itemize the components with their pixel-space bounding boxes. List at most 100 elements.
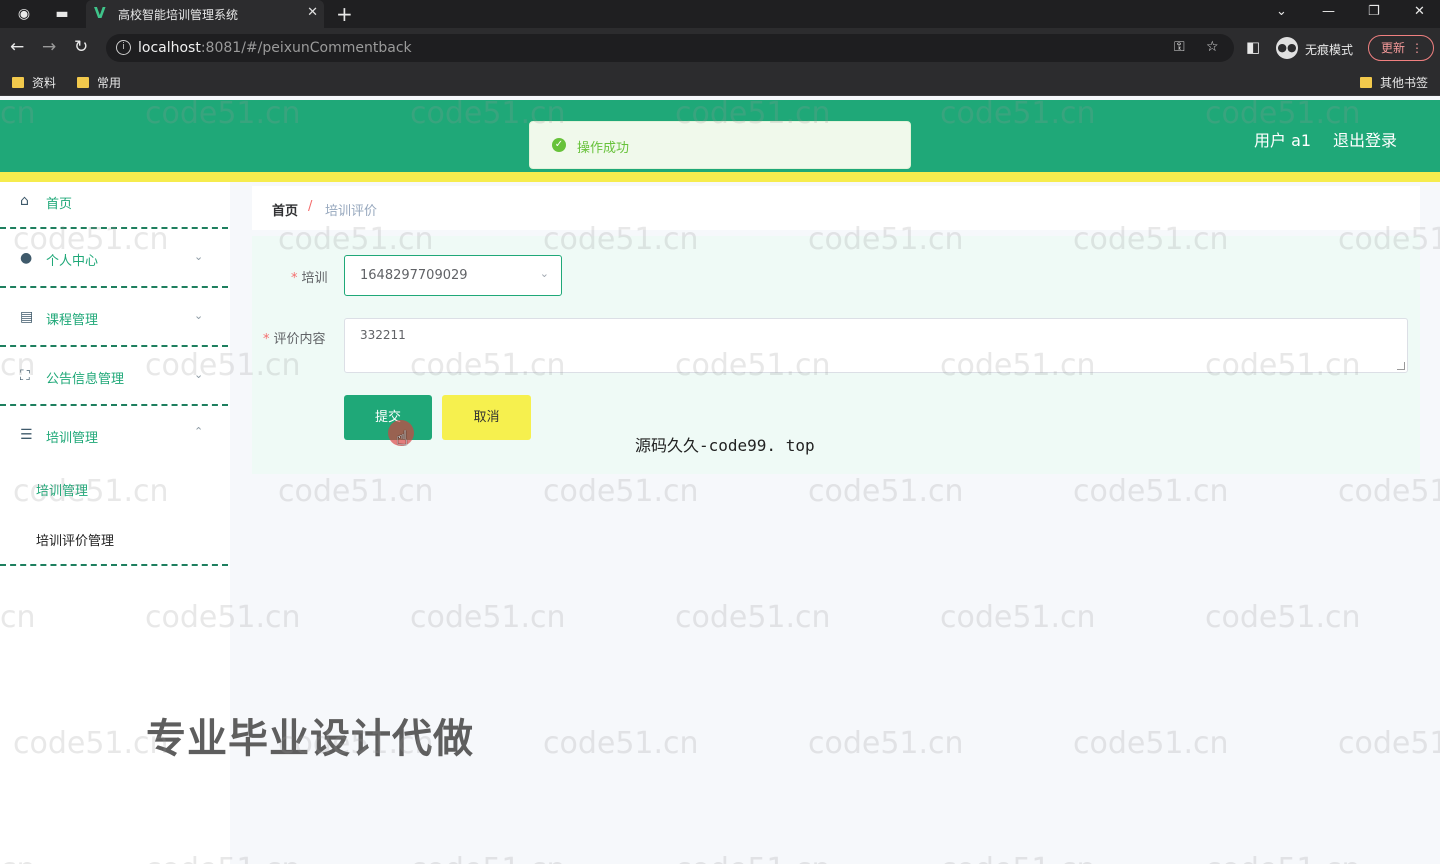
sidebar-item-profile[interactable]: ● 个人中心 ⌄ bbox=[0, 230, 228, 288]
side-panel-icon[interactable]: ◧ bbox=[1246, 38, 1260, 56]
header-accent-line bbox=[0, 172, 1440, 182]
url-input[interactable]: i localhost:8081/#/peixunCommentback ⚿ ☆ bbox=[106, 34, 1234, 62]
success-toast: ✓ 操作成功 bbox=[529, 121, 911, 169]
watermark-text: code51.cn bbox=[410, 600, 566, 635]
required-mark: * bbox=[291, 271, 298, 286]
menu-divider bbox=[0, 564, 228, 566]
folder-icon bbox=[77, 77, 89, 88]
sidebar-item-label: 公告信息管理 bbox=[46, 372, 125, 387]
sidebar-subitem-training-comment[interactable]: 培训评价管理 bbox=[36, 530, 114, 549]
chevron-down-icon: ⌄ bbox=[194, 309, 204, 322]
url-host: localhost bbox=[138, 40, 201, 56]
cancel-button[interactable]: 取消 bbox=[442, 395, 531, 440]
update-label: 更新 bbox=[1381, 41, 1406, 55]
back-icon[interactable]: ← bbox=[10, 37, 24, 57]
sidebar-item-course[interactable]: ▤ 课程管理 ⌄ bbox=[0, 288, 228, 346]
chart-icon: ▤ bbox=[20, 309, 34, 325]
user-icon: ● bbox=[20, 250, 33, 266]
promo-overlay: 专业毕业设计代做 bbox=[146, 716, 474, 762]
watermark-text: code51.cn bbox=[543, 726, 699, 761]
watermark-text: code51.cn bbox=[1073, 474, 1229, 509]
watermark-text: code51.cn bbox=[808, 474, 964, 509]
tab-list-icon[interactable]: ⌄ bbox=[1276, 4, 1287, 19]
new-tab-icon[interactable]: + bbox=[336, 2, 353, 26]
toast-message: 操作成功 bbox=[577, 141, 630, 156]
restore-icon[interactable]: ❐ bbox=[1368, 4, 1380, 19]
sidebar-item-notice[interactable]: ⛶ 公告信息管理 ⌄ bbox=[0, 347, 228, 405]
tab-title: 高校智能培训管理系统 bbox=[118, 8, 239, 22]
address-bar: ← → ↻ i localhost:8081/#/peixunCommentba… bbox=[0, 28, 1440, 68]
bookmarks-bar: 资料 常用 其他书签 bbox=[0, 68, 1440, 96]
watermark-text: code51.cn bbox=[940, 852, 1096, 864]
sidebar-item-label: 培训管理 bbox=[46, 431, 99, 446]
sidebar-item-training[interactable]: ☰ 培训管理 ⌃ bbox=[0, 406, 228, 464]
password-key-icon[interactable]: ⚿ bbox=[1174, 39, 1185, 55]
sidebar-subitem-training[interactable]: 培训管理 bbox=[36, 480, 88, 499]
update-button[interactable]: 更新 ⋮ bbox=[1368, 35, 1434, 61]
chevron-down-icon: ⌄ bbox=[539, 267, 549, 280]
watermark-text: code51.cn bbox=[940, 600, 1096, 635]
watermark-text: code51.cn bbox=[675, 600, 831, 635]
browser-tab-bar: ◉ ▬ V 高校智能培训管理系统 ✕ + ⌄ — ❐ ✕ bbox=[0, 0, 1440, 28]
hand-cursor-icon: ☝ bbox=[396, 426, 409, 450]
home-icon: ⌂ bbox=[20, 193, 29, 209]
watermark-text: code51.cn bbox=[543, 474, 699, 509]
sidebar-item-label: 课程管理 bbox=[46, 313, 99, 328]
list-icon: ☰ bbox=[20, 427, 33, 443]
browser-tab[interactable]: V 高校智能培训管理系统 ✕ bbox=[86, 0, 324, 28]
training-label-text: 培训 bbox=[301, 271, 328, 286]
fullscreen-icon: ⛶ bbox=[20, 368, 30, 384]
url-text: localhost:8081/#/peixunCommentback bbox=[138, 40, 412, 56]
training-select-value: 1648297709029 bbox=[360, 268, 468, 283]
minimize-icon[interactable]: — bbox=[1322, 4, 1335, 19]
bookmark-folder-changyong[interactable]: 常用 bbox=[77, 74, 121, 91]
training-select[interactable]: 1648297709029 ⌄ bbox=[344, 255, 562, 296]
training-label: * 培训 bbox=[291, 267, 328, 286]
more-menu-icon[interactable]: ⋮ bbox=[1411, 36, 1423, 60]
logout-link[interactable]: 退出登录 bbox=[1333, 127, 1397, 151]
forward-icon[interactable]: → bbox=[42, 37, 56, 57]
watermark-text: code51.cn bbox=[1205, 852, 1361, 864]
comment-textarea-value: 332211 bbox=[360, 328, 406, 342]
watermark-text: code51.cn bbox=[1338, 726, 1440, 761]
folder-icon bbox=[1360, 77, 1372, 88]
watermark-text: code51.cn bbox=[808, 726, 964, 761]
chevron-down-icon: ⌄ bbox=[194, 368, 204, 381]
check-circle-icon: ✓ bbox=[552, 138, 566, 152]
vue-logo-icon: V bbox=[94, 4, 106, 22]
menu-divider bbox=[0, 227, 228, 229]
bookmark-label: 资料 bbox=[32, 76, 57, 90]
comment-label-text: 评价内容 bbox=[273, 332, 326, 347]
breadcrumb-home[interactable]: 首页 bbox=[272, 200, 298, 219]
resize-handle-icon[interactable] bbox=[1397, 362, 1405, 370]
bookmark-folder-ziliao[interactable]: 资料 bbox=[12, 74, 56, 91]
browser-menu-icon[interactable]: ◉ bbox=[14, 4, 34, 24]
bookmark-star-icon[interactable]: ☆ bbox=[1206, 39, 1219, 55]
tab-close-icon[interactable]: ✕ bbox=[307, 5, 318, 20]
other-bookmarks-label: 其他书签 bbox=[1380, 76, 1429, 90]
other-bookmarks[interactable]: 其他书签 bbox=[1360, 74, 1428, 91]
breadcrumb: 首页 / 培训评价 bbox=[252, 186, 1420, 230]
site-info-icon[interactable]: i bbox=[116, 40, 131, 55]
sidebar-item-label: 个人中心 bbox=[46, 254, 99, 269]
watermark-text: code51.cn bbox=[675, 852, 831, 864]
comment-label: * 评价内容 bbox=[263, 328, 326, 347]
comment-textarea[interactable]: 332211 bbox=[344, 318, 1408, 373]
window-close-icon[interactable]: ✕ bbox=[1414, 4, 1425, 19]
breadcrumb-current: 培训评价 bbox=[325, 204, 378, 219]
watermark-text: code51.cn bbox=[278, 474, 434, 509]
incognito-icon[interactable]: ●● bbox=[1276, 37, 1298, 59]
url-path: :8081/#/peixunCommentback bbox=[200, 40, 412, 56]
bookmark-label: 常用 bbox=[97, 76, 122, 90]
breadcrumb-separator: / bbox=[308, 199, 313, 214]
watermark-text: code51.cn bbox=[1073, 726, 1229, 761]
watermark-text: code51.cn bbox=[410, 852, 566, 864]
sidebar-item-label: 首页 bbox=[46, 197, 73, 212]
chevron-down-icon: ⌄ bbox=[194, 250, 204, 263]
watermark-text: code51.cn bbox=[1205, 600, 1361, 635]
tab-search-icon[interactable]: ▬ bbox=[52, 4, 72, 24]
watermark-text: code51.cn bbox=[1338, 474, 1440, 509]
reload-icon[interactable]: ↻ bbox=[74, 37, 88, 57]
required-mark: * bbox=[263, 332, 270, 347]
chevron-up-icon: ⌃ bbox=[194, 425, 204, 438]
